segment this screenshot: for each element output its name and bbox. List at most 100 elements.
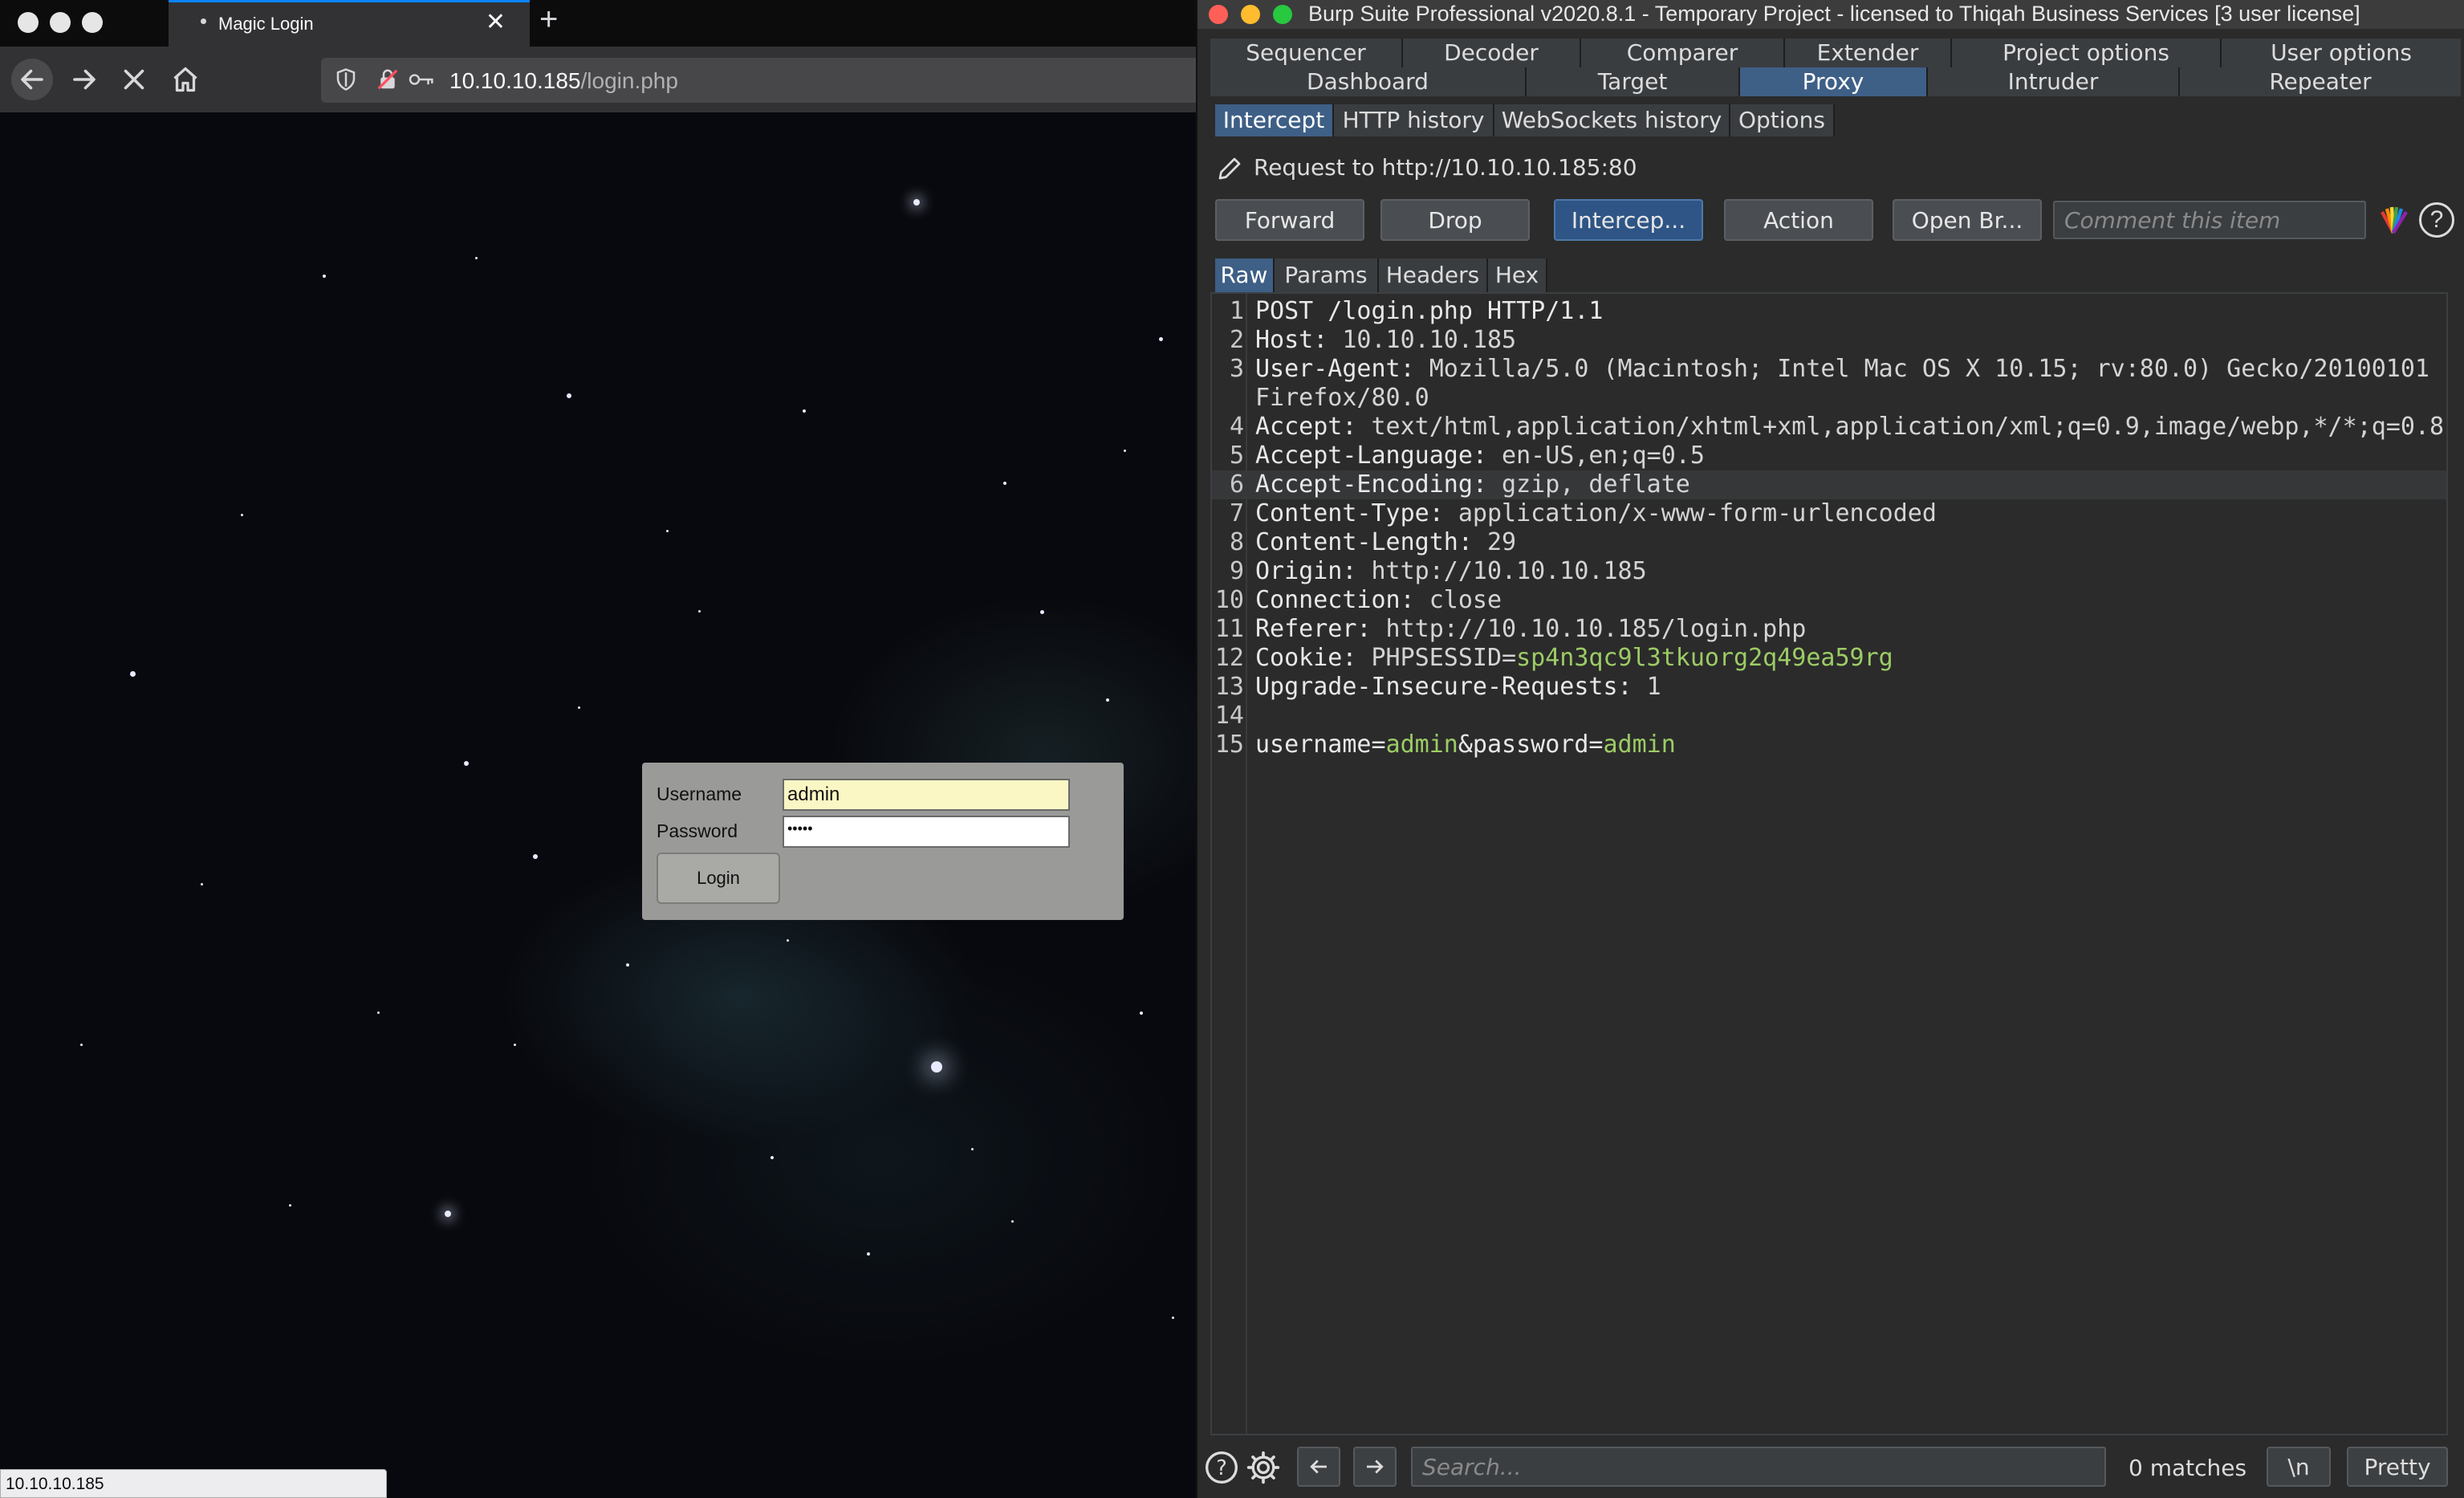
open-browser-button[interactable]: Open Br... [1893, 199, 2042, 241]
tab-loading-dot [201, 18, 206, 24]
pencil-icon[interactable] [1215, 154, 1244, 183]
tab-extender[interactable]: Extender [1785, 39, 1952, 67]
search-previous-button[interactable] [1297, 1447, 1340, 1487]
window-minimize-dot[interactable] [50, 12, 71, 33]
burp-close-dot[interactable] [1209, 5, 1228, 24]
gear-icon[interactable] [1246, 1450, 1281, 1485]
request-editor[interactable]: 1 POST /login.php HTTP/1.1 2 Host: 10.10.1… [1210, 292, 2448, 1435]
tab-project-options[interactable]: Project options [1952, 39, 2222, 67]
tab-http-history[interactable]: HTTP history [1334, 104, 1494, 136]
burp-zoom-dot[interactable] [1273, 5, 1292, 24]
stop-x-icon [124, 69, 144, 90]
tab-intruder[interactable]: Intruder [1928, 67, 2180, 96]
star [1140, 1012, 1143, 1015]
tab-user-options[interactable]: User options [2222, 39, 2461, 67]
code-line-15-body: 15 username=admin&password=admin [1214, 731, 1676, 759]
star [475, 257, 478, 259]
back-arrow-icon [21, 69, 43, 90]
star [464, 761, 469, 766]
request-target-line: Request to http://10.10.10.185:80 [1215, 154, 1637, 183]
firefox-nav-bar: 10.10.10.185/login.php [0, 47, 1196, 112]
tab-target[interactable]: Target [1527, 67, 1740, 96]
right-arrow-icon [1367, 1459, 1384, 1474]
tab-repeater[interactable]: Repeater [2180, 67, 2461, 96]
tab-options[interactable]: Options [1730, 104, 1835, 136]
url-bar[interactable]: 10.10.10.185/login.php [321, 58, 1196, 103]
forward-button[interactable]: Forward [1215, 199, 1364, 241]
tab-websockets-history[interactable]: WebSockets history [1494, 104, 1730, 136]
star [867, 1252, 870, 1256]
burp-minimize-dot[interactable] [1241, 5, 1260, 24]
request-text[interactable]: 1 POST /login.php HTTP/1.1 2 Host: 10.10.1… [1212, 297, 2446, 759]
main-tab-row-1: Sequencer Decoder Comparer Extender Proj… [1210, 39, 2461, 67]
star [666, 530, 669, 532]
key-icon[interactable] [408, 67, 435, 92]
intercept-toggle-button[interactable]: Intercep... [1554, 199, 1703, 241]
tab-dashboard[interactable]: Dashboard [1210, 67, 1527, 96]
password-input[interactable]: ••••• [783, 816, 1070, 848]
status-bar: 10.10.10.185 [0, 1469, 387, 1498]
star [626, 963, 629, 967]
drop-button[interactable]: Drop [1380, 199, 1530, 241]
new-tab-icon[interactable]: + [539, 3, 558, 35]
code-line-5: 5 Accept-Language: en-US,en;q=0.5 [1229, 442, 1705, 470]
star [533, 854, 538, 859]
match-count: 0 matches [2129, 1455, 2247, 1481]
search-input[interactable]: Search... [1411, 1447, 2106, 1487]
tab-intercept[interactable]: Intercept [1215, 104, 1334, 136]
svg-text:?: ? [1216, 1456, 1227, 1480]
burp-title-bar: Burp Suite Professional v2020.8.1 - Temp… [1197, 0, 2464, 29]
home-button[interactable] [167, 61, 204, 98]
search-next-button[interactable] [1353, 1447, 1397, 1487]
pretty-button[interactable]: Pretty [2347, 1447, 2448, 1487]
star [1011, 1220, 1014, 1223]
insecure-lock-icon[interactable] [376, 67, 400, 92]
star [377, 1012, 380, 1014]
star [80, 1044, 83, 1046]
stop-button[interactable] [116, 61, 152, 98]
tab-hex[interactable]: Hex [1488, 258, 1547, 292]
star [803, 409, 806, 413]
highlight-color-icon[interactable] [2377, 206, 2409, 234]
window-close-dot[interactable] [18, 12, 39, 33]
browser-tab[interactable]: Magic Login ✕ [169, 0, 530, 47]
action-button[interactable]: Action [1724, 199, 1873, 241]
login-button[interactable]: Login [657, 853, 780, 904]
username-label: Username [657, 784, 742, 804]
page-starfield-background: Username admin Password ••••• Login [0, 112, 1196, 1498]
tab-params[interactable]: Params [1275, 258, 1379, 292]
star [698, 610, 701, 613]
code-line-6-highlighted: 6 Accept-Encoding: gzip, deflate [1212, 470, 2446, 499]
tab-decoder[interactable]: Decoder [1403, 39, 1581, 67]
tab-close-icon[interactable]: ✕ [486, 10, 506, 35]
help-icon[interactable]: ? [2419, 202, 2454, 238]
tab-proxy[interactable]: Proxy [1740, 67, 1928, 96]
shield-icon[interactable] [334, 67, 358, 92]
code-line-11: 11 Referer: http://10.10.10.185/login.php [1214, 615, 1807, 643]
comment-input[interactable]: Comment this item [2053, 201, 2366, 239]
newline-toggle-button[interactable]: \n [2267, 1447, 2331, 1487]
star [578, 706, 580, 709]
url-text[interactable]: 10.10.10.185/login.php [449, 68, 678, 94]
tab-sequencer[interactable]: Sequencer [1210, 39, 1403, 67]
star [323, 275, 326, 278]
code-line-12: 12 Cookie: PHPSESSID=sp4n3qc9l3tkuorg2q49… [1214, 644, 1893, 672]
star [931, 1061, 942, 1073]
star [241, 514, 243, 516]
tab-comparer[interactable]: Comparer [1581, 39, 1785, 67]
tab-raw[interactable]: Raw [1215, 258, 1275, 292]
back-button[interactable] [11, 59, 53, 100]
star [1172, 1317, 1174, 1319]
tab-title: Magic Login [218, 14, 314, 34]
username-input[interactable]: admin [783, 779, 1070, 811]
star [289, 1204, 291, 1207]
window-zoom-dot[interactable] [82, 12, 103, 33]
home-icon [173, 67, 197, 92]
star [1106, 698, 1109, 702]
main-tab-row-2: Dashboard Target Proxy Intruder Repeater [1210, 67, 2461, 96]
forward-button[interactable] [66, 61, 103, 98]
password-label: Password [657, 820, 738, 841]
help-icon[interactable]: ? [1204, 1450, 1239, 1485]
code-line-13: 13 Upgrade-Insecure-Requests: 1 [1214, 673, 1661, 701]
tab-headers[interactable]: Headers [1379, 258, 1488, 292]
